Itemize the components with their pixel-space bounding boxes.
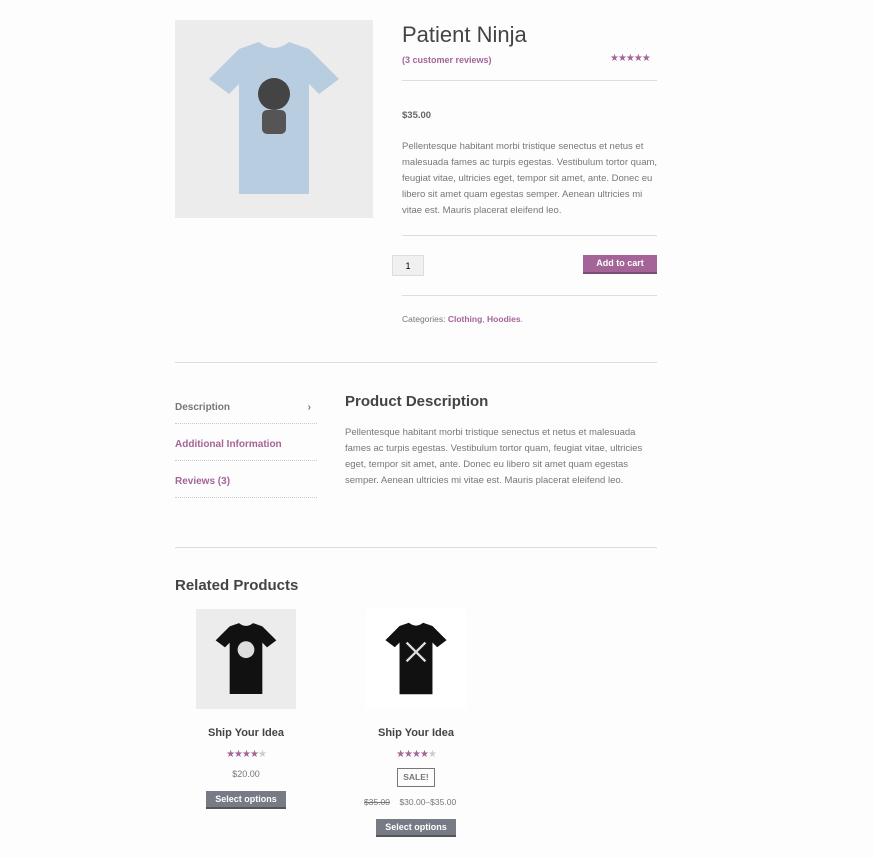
quantity-input[interactable] (392, 255, 424, 276)
add-to-cart-button[interactable]: Add to cart (583, 255, 657, 274)
rating-stars: ★★★★★ (610, 53, 651, 64)
product-image[interactable] (175, 20, 373, 218)
related-product-price: $35.00 $30.00–$35.00 (364, 797, 457, 807)
related-product-name[interactable]: Ship Your Idea (176, 727, 316, 739)
short-description: Pellentesque habitant morbi tristique se… (402, 141, 658, 216)
sale-badge: SALE! (397, 768, 435, 787)
rating-stars: ★★★★★ (396, 749, 437, 760)
tab-additional-information[interactable]: Additional Information (175, 439, 317, 461)
chevron-right-icon: › (307, 402, 311, 413)
panel-text: Pellentesque habitant morbi tristique se… (345, 427, 643, 486)
category-link[interactable]: Clothing (448, 314, 482, 324)
select-options-button[interactable]: Select options (376, 819, 456, 837)
product-title: Patient Ninja (402, 22, 527, 47)
panel-title: Product Description (345, 393, 489, 410)
tab-description[interactable]: Description › (175, 402, 317, 424)
reviews-link[interactable]: (3 customer reviews) (402, 55, 492, 65)
related-title: Related Products (175, 577, 299, 594)
price: $35.00 (402, 110, 432, 121)
select-options-button[interactable]: Select options (206, 791, 286, 809)
tshirt-icon (385, 622, 447, 695)
tab-reviews[interactable]: Reviews (3) (175, 476, 317, 498)
tshirt-icon (209, 42, 339, 194)
categories: Categories: Clothing, Hoodies. (402, 314, 523, 324)
related-product-image[interactable] (366, 609, 466, 709)
related-product-image[interactable] (196, 609, 296, 709)
rating-stars: ★★★★★ (226, 749, 267, 760)
related-product-name[interactable]: Ship Your Idea (346, 727, 486, 739)
category-link[interactable]: Hoodies (487, 314, 521, 324)
tshirt-icon (215, 623, 277, 694)
related-product-price: $20.00 (232, 769, 260, 779)
